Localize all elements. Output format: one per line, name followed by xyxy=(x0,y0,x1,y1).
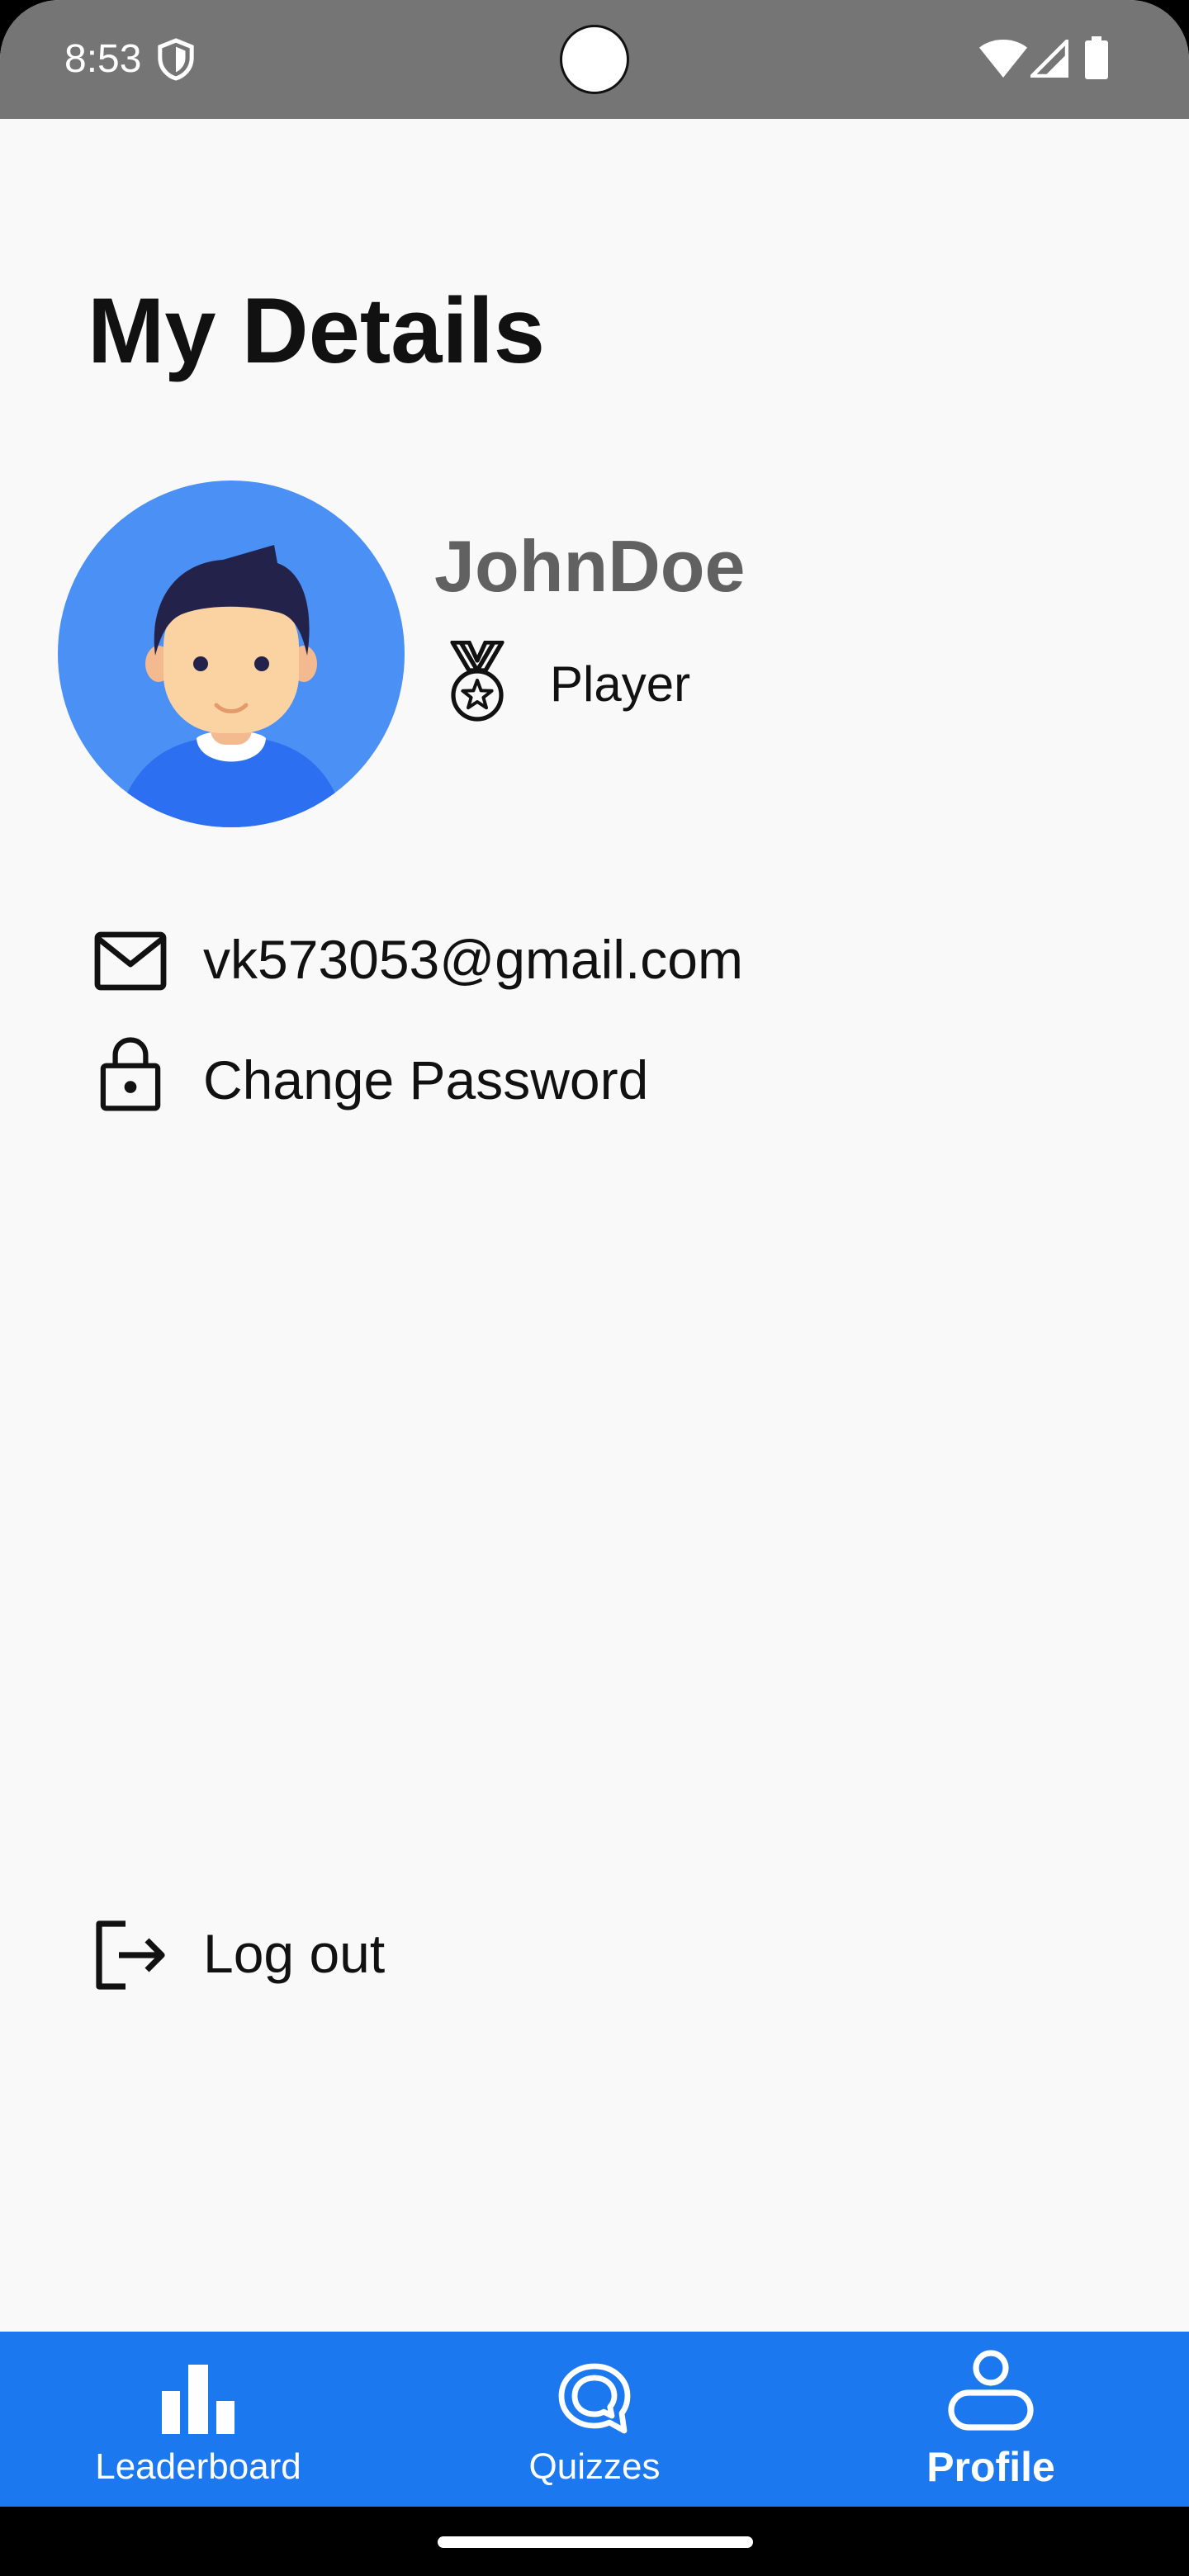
status-bar: 8:53 xyxy=(0,0,1189,119)
bottom-nav: Leaderboard Quizzes Profile xyxy=(0,2332,1189,2507)
person-icon xyxy=(948,2350,1034,2431)
signal-icon xyxy=(1030,40,1068,78)
page-title: My Details xyxy=(88,279,545,382)
gesture-bar xyxy=(0,2507,1189,2576)
logout-button[interactable]: Log out xyxy=(0,1904,1189,2003)
change-password-label: Change Password xyxy=(203,1049,649,1110)
username: JohnDoe xyxy=(434,525,746,607)
wifi-icon xyxy=(979,40,1027,78)
nav-item-quizzes[interactable]: Quizzes xyxy=(396,2332,793,2507)
medal-icon xyxy=(450,641,504,722)
email-row: vk573053@gmail.com xyxy=(0,912,1189,1011)
logout-icon xyxy=(96,1920,165,1990)
logout-label: Log out xyxy=(203,1923,386,1984)
email-value: vk573053@gmail.com xyxy=(203,929,743,990)
quiz-bubble-icon xyxy=(558,2363,631,2434)
role-label: Player xyxy=(550,656,691,712)
nav-item-profile[interactable]: Profile xyxy=(793,2332,1189,2507)
home-gesture-pill[interactable] xyxy=(438,2536,753,2548)
camera-cutout xyxy=(560,25,629,94)
bar-chart-icon xyxy=(162,2365,234,2434)
status-time: 8:53 xyxy=(64,37,142,81)
nav-label-leaderboard: Leaderboard xyxy=(95,2446,301,2487)
nav-label-quizzes: Quizzes xyxy=(528,2446,661,2487)
nav-label-profile: Profile xyxy=(926,2444,1055,2490)
app-screen: 8:53 My Details JohnDoe Player vk573053@… xyxy=(0,0,1189,2576)
lock-icon xyxy=(100,1037,161,1111)
battery-icon xyxy=(1085,36,1108,79)
nav-item-leaderboard[interactable]: Leaderboard xyxy=(0,2332,396,2507)
mail-icon xyxy=(94,931,167,991)
change-password-button[interactable]: Change Password xyxy=(0,1032,1189,1131)
avatar xyxy=(58,481,405,827)
shield-icon xyxy=(158,38,194,81)
